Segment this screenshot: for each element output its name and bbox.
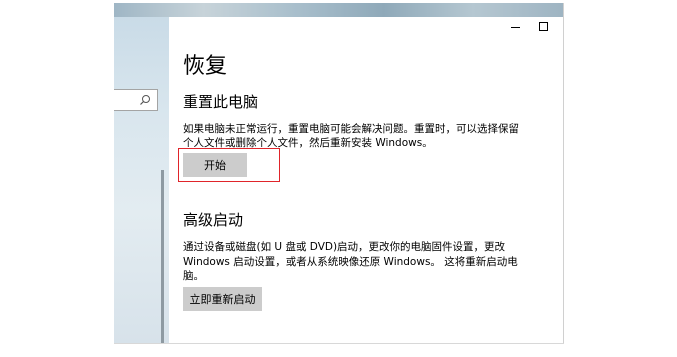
restart-now-button[interactable]: 立即重新启动 xyxy=(183,287,262,311)
page-title: 恢复 xyxy=(183,54,228,79)
advanced-description-line1: 通过设备或磁盘(如 U 盘或 DVD)启动，更改你的电脑固件设置，更改 xyxy=(183,241,506,253)
advanced-startup-title: 高级启动 xyxy=(183,211,244,229)
maximize-icon[interactable] xyxy=(536,19,552,35)
advanced-description-line3: 脑。 xyxy=(183,270,204,282)
reset-section-title: 重置此电脑 xyxy=(183,93,259,111)
reset-description-line1: 如果电脑未正常运行，重置电脑可能会解决问题。重置时，可以选择保留 xyxy=(183,123,519,135)
search-input[interactable] xyxy=(114,89,158,111)
window-right-edge xyxy=(563,3,564,343)
search-icon[interactable] xyxy=(139,94,151,106)
minimize-icon[interactable] xyxy=(508,19,524,35)
highlight-annotation xyxy=(178,148,280,182)
nav-scrollbar[interactable] xyxy=(161,170,164,343)
window-bottom-edge xyxy=(114,343,564,344)
desktop-wallpaper xyxy=(114,3,563,17)
screenshot-stage: 恢复 重置此电脑 如果电脑未正常运行，重置电脑可能会解决问题。重置时，可以选择保… xyxy=(0,0,677,357)
advanced-description-line2: Windows 启动设置，或者从系统映像还原 Windows。 这将重新启动电 xyxy=(183,256,518,268)
